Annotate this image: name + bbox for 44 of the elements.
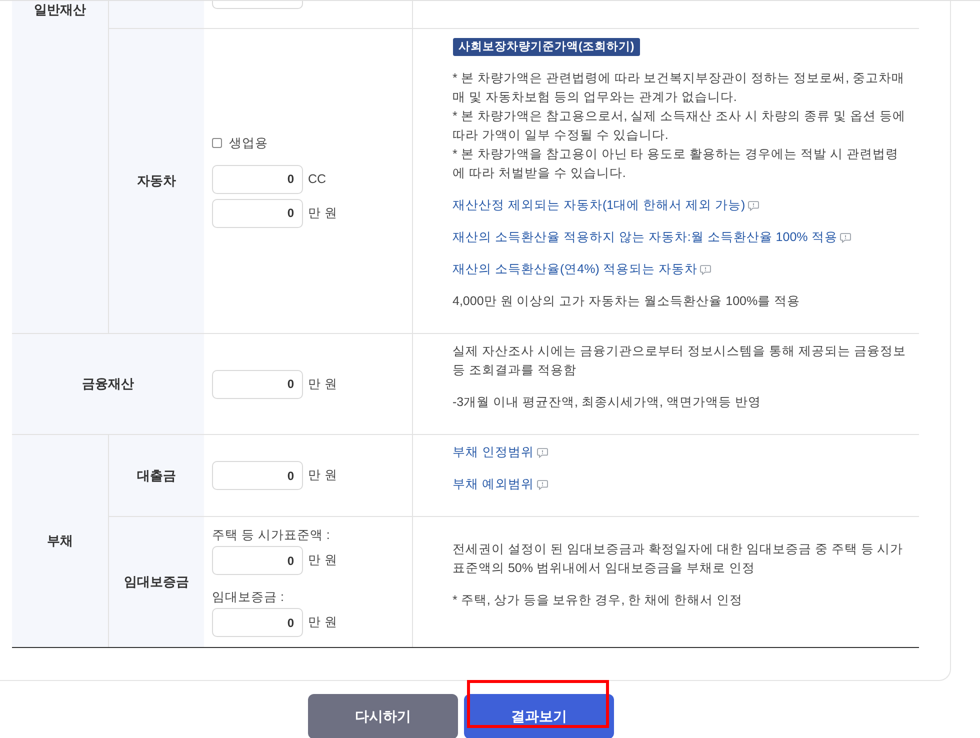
subcategory-cell: 대출금: [108, 434, 204, 516]
subcategory-cell: 자동차: [108, 28, 204, 334]
checkbox-label: 생업용: [229, 134, 268, 152]
notice-text: * 본 차량가액은 관련법령에 따라 보건복지부장관이 정하는 정보로써, 중고차매매 및 자동차보험 등의 업무와는 관계가 없습니다.: [452, 70, 906, 106]
input-field[interactable]: [212, 1, 303, 9]
info-text: * 주택, 상가 등을 보유한 경우, 한 채에 한해서 인정: [452, 592, 744, 609]
info-text: 실제 자산조사 시에는 금융기관으로부터 정보시스템을 통해 제공되는 금융정보 등 조회결과를 적용함: [452, 343, 907, 379]
field-caption: 임대보증금 :: [212, 589, 285, 606]
notice-text: * 본 차량가액은 참고용으로서, 실제 소득재산 조사 시 차량의 종류 및 옵션 등에 따라 가액이 일부 수정될 수 있습니다.: [452, 108, 907, 144]
unit-label: 만 원: [308, 552, 338, 569]
amount-field[interactable]: 0: [212, 164, 303, 194]
action-button[interactable]: 다시하기: [308, 694, 458, 738]
info-link[interactable]: 재산의 소득환산율 적용하지 않는 자동차:월 소득환산율 100% 적용: [452, 228, 838, 247]
info-text: -3개월 이내 평균잔액, 최종시세가액, 액면가액등 반영: [452, 394, 762, 411]
speech-bubble-icon[interactable]: [840, 232, 852, 242]
unit-label: 만 원: [308, 204, 338, 222]
category-cell: 금융재산: [12, 334, 204, 434]
speech-bubble-icon[interactable]: [700, 264, 712, 274]
info-link[interactable]: 부채 예외범위: [452, 475, 534, 494]
info-link[interactable]: 부채 인정범위: [452, 443, 534, 462]
speech-bubble-icon[interactable]: [536, 480, 548, 490]
category-cell: 부채: [12, 434, 108, 648]
unit-label: CC: [308, 172, 326, 186]
amount-field[interactable]: 0: [212, 461, 303, 490]
notice-text: * 본 차량가액을 참고용이 아닌 타 용도로 활용하는 경우에는 적발 시 관련법령에 따라 처벌받을 수 있습니다.: [452, 146, 900, 182]
unit-label: 만 원: [308, 467, 338, 484]
info-link[interactable]: 재산산정 제외되는 자동차(1대에 한해서 제외 가능): [452, 196, 746, 215]
category-cell: 일반재산: [12, 1, 108, 334]
speech-bubble-icon[interactable]: [748, 200, 760, 210]
info-text: 4,000만 원 이상의 고가 자동차는 월소득환산율 100%를 적용: [452, 293, 802, 310]
action-button[interactable]: 결과보기: [464, 694, 614, 738]
info-text: 전세권이 설정이 된 임대보증금과 확정일자에 대한 임대보증금 중 주택 등 시가표준액의 50% 범위내에서 임대보증금을 부채로 인정: [452, 541, 904, 577]
amount-field[interactable]: 0: [212, 370, 303, 398]
checkbox[interactable]: [212, 138, 222, 148]
amount-field[interactable]: 0: [212, 608, 303, 637]
speech-bubble-icon[interactable]: [536, 448, 548, 458]
amount-field[interactable]: 0: [212, 546, 303, 575]
unit-label: 만 원: [308, 614, 338, 631]
subcategory-cell: 임대보증금: [108, 516, 204, 648]
lookup-badge[interactable]: 사회보장차량기준가액(조회하기): [452, 38, 640, 56]
info-link[interactable]: 재산의 소득환산율(연4%) 적용되는 자동차: [452, 260, 698, 279]
field-caption: 주택 등 시가표준액 :: [212, 527, 331, 544]
unit-label: 만 원: [308, 376, 338, 392]
amount-field[interactable]: 0: [212, 198, 303, 228]
